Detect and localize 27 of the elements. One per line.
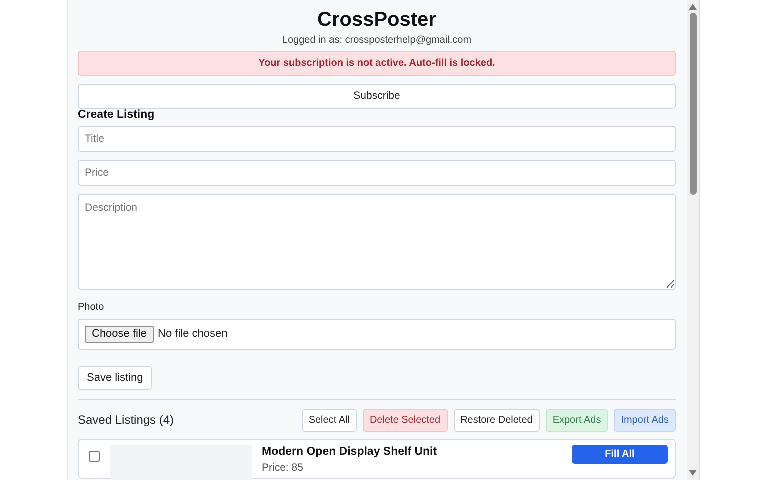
subscribe-button[interactable]: Subscribe (78, 84, 676, 109)
choose-file-button[interactable]: Choose file (85, 326, 154, 343)
action-button[interactable]: Select All (302, 408, 357, 432)
action-button[interactable]: Export Ads (546, 408, 608, 432)
scroll-down-icon[interactable] (689, 470, 697, 476)
action-button[interactable]: Restore Deleted (454, 408, 540, 432)
listing-title: Modern Open Display Shelf Unit (262, 444, 438, 460)
file-status: No file chosen (158, 327, 228, 342)
scroll-thumb[interactable] (690, 13, 696, 195)
scroll-up-icon[interactable] (689, 4, 697, 10)
checkbox[interactable] (89, 450, 100, 462)
app-title: CrossPoster (316, 8, 438, 32)
fill-all-button[interactable]: Fill All (572, 444, 668, 464)
action-button[interactable]: Import Ads (614, 408, 676, 432)
login-text: Logged in as: crossposterhelp@gmail.com (281, 34, 473, 47)
input-field[interactable]: Title (78, 126, 676, 152)
field-label: Photo (78, 302, 106, 314)
listing-price: Price: 85 (262, 462, 304, 476)
save-listing-button[interactable]: Save listing (78, 366, 152, 390)
section-heading: Create Listing (78, 109, 156, 123)
input-field[interactable]: Price (78, 160, 676, 186)
description-field[interactable]: Description (78, 194, 676, 290)
scrollbar[interactable] (687, 0, 699, 480)
section-heading: Saved Listings (4) (78, 412, 174, 430)
action-button[interactable]: Delete Selected (362, 408, 448, 432)
subscription-alert: Your subscription is not active. Auto-fill is locked. (78, 51, 676, 76)
file-input[interactable]: Choose file No file chosen (78, 318, 676, 350)
